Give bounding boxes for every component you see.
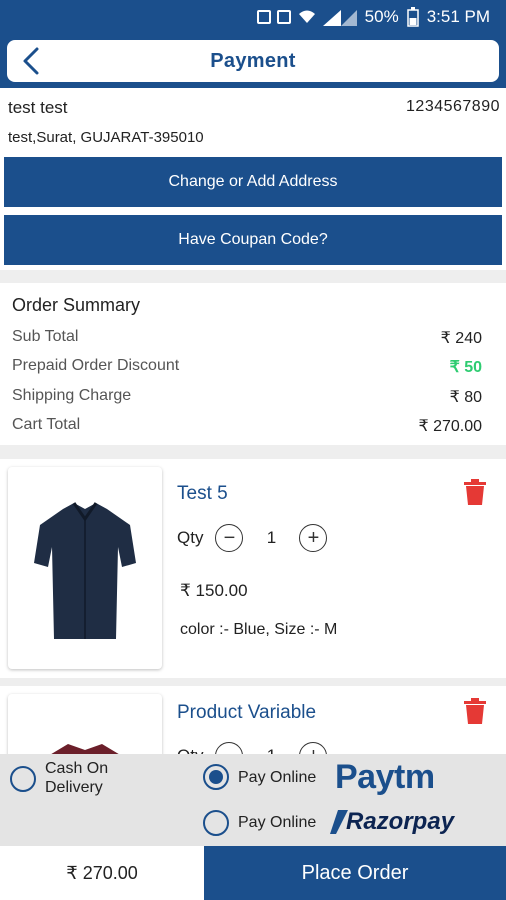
product-name[interactable]: Product Variable [177, 702, 316, 724]
checkout-footer: ₹ 270.00 Place Order [0, 846, 506, 900]
summary-value-discount: ₹ 50 [449, 359, 482, 376]
summary-label: Sub Total [12, 328, 79, 345]
summary-value: ₹ 240 [440, 330, 482, 347]
product-variant: color :- Blue, Size :- M [180, 621, 338, 638]
summary-label: Cart Total [12, 416, 81, 433]
status-icons [256, 8, 357, 26]
summary-label: Shipping Charge [12, 387, 132, 404]
footer-total: ₹ 270.00 [0, 846, 204, 900]
summary-row-cart-total: Cart Total ₹ 270.00 [12, 416, 482, 436]
paytm-radio[interactable] [203, 764, 229, 790]
clock: 3:51 PM [426, 7, 490, 26]
summary-value: ₹ 270.00 [418, 418, 482, 435]
paytm-logo: Paytm [335, 758, 435, 796]
razorpay-radio[interactable] [203, 810, 229, 836]
back-arrow-icon[interactable] [17, 45, 47, 77]
qty-label: Qty [177, 746, 203, 754]
address-line: test,Surat, GUJARAT-395010 [8, 129, 204, 146]
quantity-control: Qty − 1 + [177, 742, 328, 754]
volte-icon [276, 10, 291, 24]
notification-icon [256, 10, 271, 24]
battery-icon [406, 7, 419, 27]
wifi-icon [298, 10, 315, 23]
quantity-control: Qty − 1 + [177, 524, 328, 552]
product-image[interactable] [8, 467, 162, 669]
change-address-button[interactable]: Change or Add Address [4, 157, 502, 207]
payment-options: Cash On Delivery Pay Online Paytm Pay On… [0, 754, 506, 846]
product-name[interactable]: Test 5 [177, 483, 228, 505]
razorpay-pay-online-label[interactable]: Pay Online [238, 813, 316, 832]
status-bar: 50% 3:51 PM [0, 0, 506, 34]
qty-label: Qty [177, 528, 204, 547]
increment-button[interactable]: + [299, 524, 328, 552]
paytm-pay-online-label[interactable]: Pay Online [238, 768, 316, 787]
order-summary-heading: Order Summary [12, 295, 141, 315]
qty-value: 1 [266, 528, 277, 547]
decrement-button[interactable]: − [215, 524, 244, 552]
razorpay-logo: Razorpay [330, 806, 466, 838]
title-card: Payment [7, 40, 499, 82]
decrement-button[interactable]: − [215, 742, 244, 754]
order-summary: Order Summary Sub Total ₹ 240 Prepaid Or… [0, 283, 506, 445]
place-order-button[interactable]: Place Order [204, 846, 506, 900]
app-bar: Payment [0, 34, 506, 88]
cart-item: Test 5 Qty − 1 + ₹ 150.00 color :- Blue,… [0, 459, 506, 678]
cod-radio[interactable] [10, 766, 36, 792]
increment-button[interactable]: + [299, 742, 328, 754]
summary-value: ₹ 80 [449, 389, 482, 406]
delete-icon[interactable] [464, 698, 486, 724]
customer-phone: 1234567890 [406, 98, 500, 115]
summary-row-shipping: Shipping Charge ₹ 80 [12, 387, 482, 407]
customer-name: test test [8, 98, 68, 117]
product-image[interactable] [8, 694, 162, 754]
summary-label: Prepaid Order Discount [12, 357, 180, 374]
address-section: test test 1234567890 test,Surat, GUJARAT… [0, 88, 506, 156]
shirt-image [34, 502, 136, 639]
cod-label[interactable]: Cash On Delivery [45, 759, 108, 797]
battery-percent: 50% [364, 7, 399, 26]
page-title: Payment [210, 49, 296, 72]
summary-row-subtotal: Sub Total ₹ 240 [12, 328, 482, 348]
qty-value: 1 [243, 746, 299, 754]
signal-icon [322, 10, 357, 26]
product-price: ₹ 150.00 [180, 581, 248, 600]
delete-icon[interactable] [464, 479, 486, 505]
summary-row-discount: Prepaid Order Discount ₹ 50 [12, 357, 482, 377]
coupon-code-button[interactable]: Have Coupan Code? [4, 215, 502, 265]
shirt-image [51, 744, 119, 754]
cart-item: Product Variable Qty − 1 + [0, 686, 506, 754]
